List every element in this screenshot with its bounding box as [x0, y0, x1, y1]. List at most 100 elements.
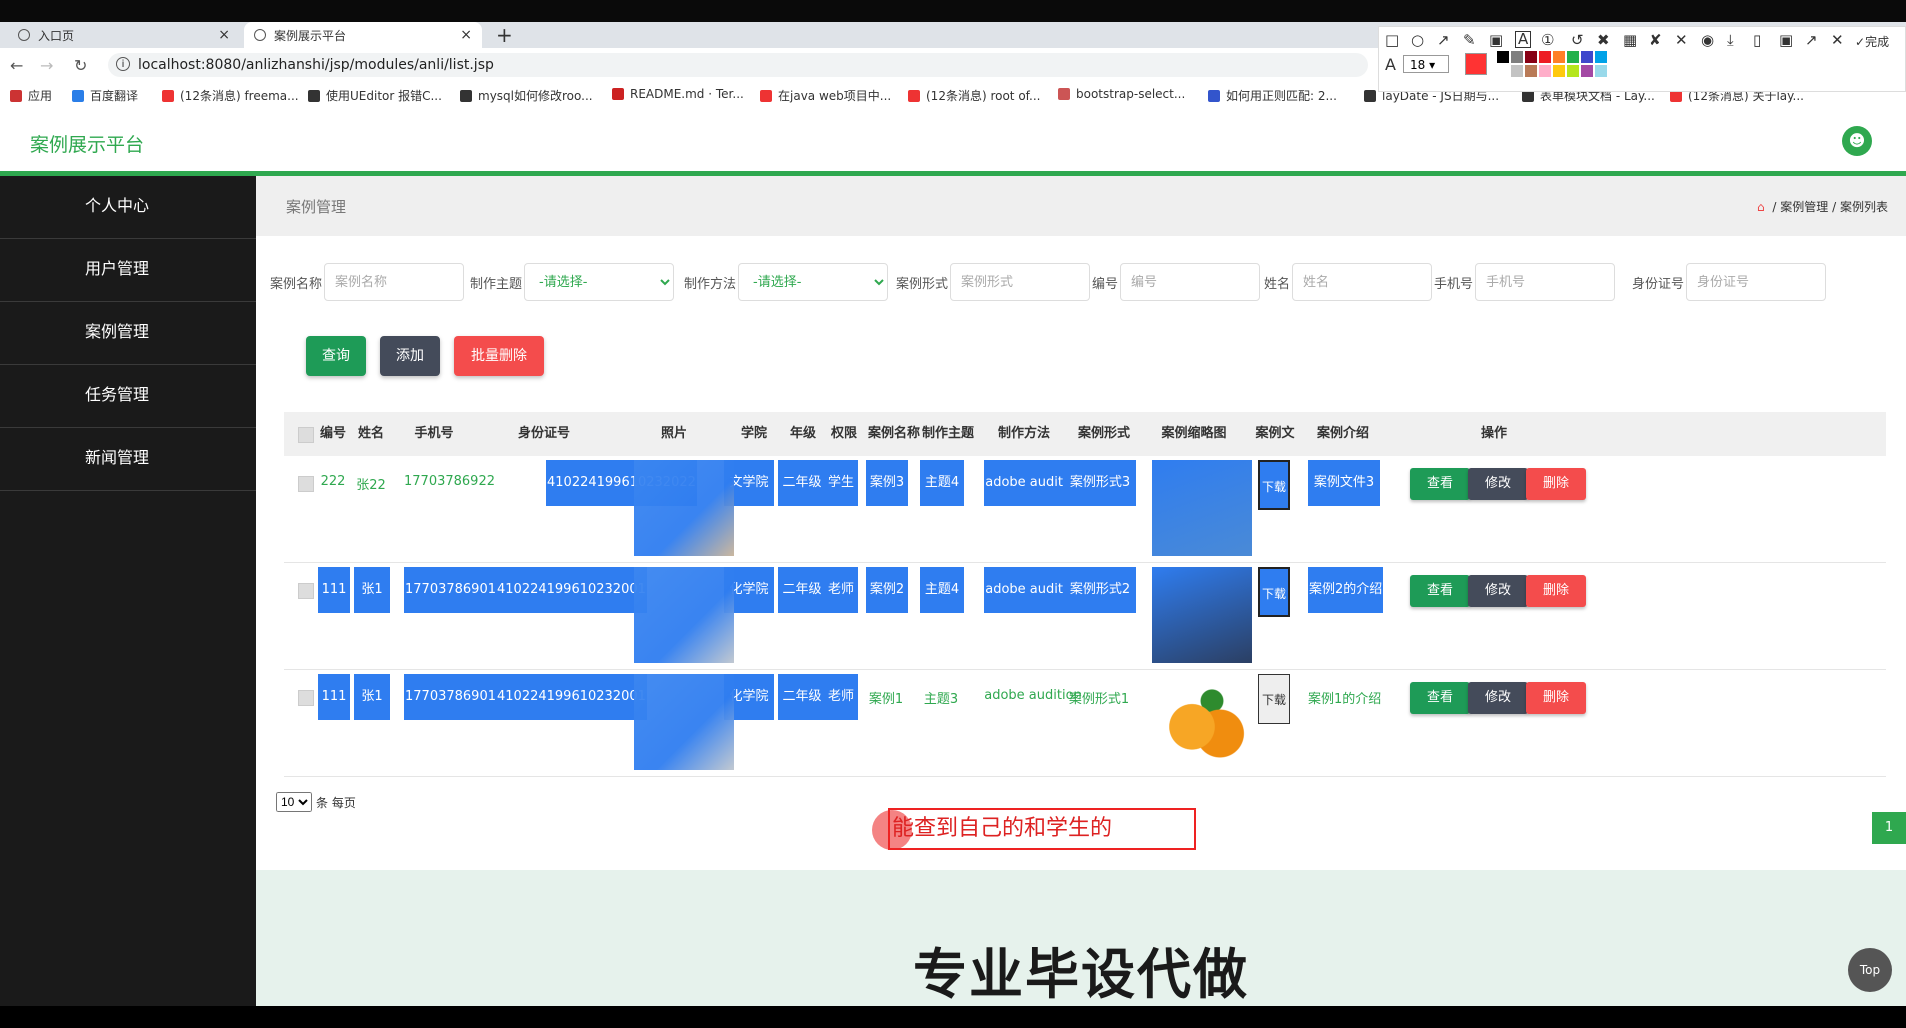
column-header[interactable]: 案例缩略图: [1144, 412, 1244, 456]
home-icon[interactable]: ⌂: [1757, 200, 1765, 214]
color-swatch[interactable]: [1511, 51, 1523, 63]
color-swatch[interactable]: [1581, 51, 1593, 63]
record-icon[interactable]: ◉: [1701, 31, 1714, 49]
text-tool-icon[interactable]: A: [1515, 31, 1532, 48]
mosaic-tool-icon[interactable]: ▣: [1489, 31, 1503, 49]
phone-input[interactable]: [1475, 263, 1616, 301]
phone-icon[interactable]: ▯: [1753, 31, 1761, 49]
sidebar-item-profile[interactable]: 个人中心: [0, 176, 256, 239]
delete-button[interactable]: 删除: [1526, 682, 1586, 714]
download-icon[interactable]: ⤓: [1727, 31, 1734, 49]
arrow-tool-icon[interactable]: ↗: [1437, 31, 1450, 49]
share-icon[interactable]: ↗: [1805, 31, 1818, 49]
column-header[interactable]: 姓名: [354, 412, 388, 456]
ocr-icon[interactable]: ▦: [1623, 31, 1637, 49]
view-button[interactable]: 查看: [1410, 468, 1470, 500]
back-to-top-button[interactable]: Top: [1848, 948, 1892, 992]
color-swatch[interactable]: [1525, 65, 1537, 77]
url-field[interactable]: i localhost:8080/anlizhanshi/jsp/modules…: [108, 53, 1368, 77]
row-checkbox[interactable]: [298, 476, 314, 492]
sidebar-item-news[interactable]: 新闻管理: [0, 428, 256, 491]
column-header[interactable]: 编号: [318, 412, 348, 456]
bookmark-item[interactable]: 百度翻译: [72, 87, 138, 104]
bookmark-item[interactable]: 使用UEditor 报错C...: [308, 87, 442, 104]
color-swatch[interactable]: [1567, 51, 1579, 63]
query-button[interactable]: 查询: [306, 336, 366, 376]
bookmark-item[interactable]: mysql如何修改roo...: [460, 87, 593, 104]
view-button[interactable]: 查看: [1410, 682, 1470, 714]
color-swatch[interactable]: [1553, 65, 1565, 77]
pin-icon[interactable]: ✖: [1597, 31, 1610, 49]
download-button[interactable]: 下载: [1258, 567, 1290, 617]
reload-icon[interactable]: ↻: [74, 56, 87, 75]
sidebar-item-users[interactable]: 用户管理: [0, 239, 256, 302]
bookmark-item[interactable]: 在java web项目中...: [760, 87, 891, 104]
column-header[interactable]: 年级: [778, 412, 828, 456]
select-all-checkbox[interactable]: [298, 427, 314, 443]
undo-icon[interactable]: ↺: [1571, 31, 1584, 49]
color-swatch[interactable]: [1497, 51, 1509, 63]
done-button[interactable]: ✓完成: [1855, 33, 1889, 50]
sidebar-item-tasks[interactable]: 任务管理: [0, 365, 256, 428]
rectangle-tool-icon[interactable]: □: [1385, 31, 1399, 49]
color-swatch[interactable]: [1539, 65, 1551, 77]
bookmark-item[interactable]: bootstrap-select...: [1058, 87, 1185, 101]
forward-arrow-icon[interactable]: →: [40, 56, 53, 75]
bookmark-item[interactable]: 如何用正则匹配: 2...: [1208, 87, 1337, 104]
bookmark-item[interactable]: README.md · Ter...: [612, 87, 744, 101]
ellipse-tool-icon[interactable]: ○: [1411, 31, 1424, 49]
new-tab-button[interactable]: +: [496, 22, 513, 48]
browser-tab-entry[interactable]: 入口页 ×: [8, 22, 240, 48]
row-checkbox[interactable]: [298, 583, 314, 599]
bookmark-item[interactable]: 应用: [10, 87, 52, 104]
name-input[interactable]: [1292, 263, 1433, 301]
edit-button[interactable]: 修改: [1468, 682, 1528, 714]
number-tool-icon[interactable]: ①: [1541, 31, 1554, 49]
browser-tab-active[interactable]: 案例展示平台 ×: [244, 22, 482, 48]
column-header[interactable]: 制作方法: [984, 412, 1064, 456]
color-swatch[interactable]: [1581, 65, 1593, 77]
column-header[interactable]: 案例名称: [864, 412, 924, 456]
annotation-textbox[interactable]: 能查到自己的和学生的: [888, 808, 1196, 850]
theme-select[interactable]: -请选择-: [524, 263, 675, 301]
cancel-icon[interactable]: ✕: [1831, 31, 1844, 49]
current-color-swatch[interactable]: [1465, 53, 1487, 75]
column-header[interactable]: 学院: [724, 412, 784, 456]
close-icon[interactable]: ×: [460, 27, 472, 43]
pen-tool-icon[interactable]: ✎: [1463, 31, 1476, 49]
color-swatch[interactable]: [1511, 65, 1523, 77]
page-number-button[interactable]: 1: [1872, 812, 1906, 844]
batch-delete-button[interactable]: 批量删除: [454, 336, 544, 376]
breadcrumb-item[interactable]: 案例管理: [1780, 200, 1828, 214]
color-swatch[interactable]: [1497, 65, 1509, 77]
bookmark-item[interactable]: (12条消息) freema...: [162, 87, 299, 104]
delete-button[interactable]: 删除: [1526, 575, 1586, 607]
color-swatch[interactable]: [1567, 65, 1579, 77]
save-icon[interactable]: ▣: [1779, 31, 1793, 49]
ai-icon[interactable]: ✕: [1675, 31, 1688, 49]
view-button[interactable]: 查看: [1410, 575, 1470, 607]
font-size-select[interactable]: 18 ▾: [1403, 55, 1449, 73]
close-icon[interactable]: ×: [218, 27, 230, 43]
add-button[interactable]: 添加: [380, 336, 440, 376]
column-header[interactable]: 权限: [824, 412, 864, 456]
color-swatch[interactable]: [1525, 51, 1537, 63]
color-swatch[interactable]: [1553, 51, 1565, 63]
method-select[interactable]: -请选择-: [738, 263, 889, 301]
info-icon[interactable]: i: [116, 57, 130, 71]
color-swatch[interactable]: [1539, 51, 1551, 63]
column-header[interactable]: 案例介绍: [1308, 412, 1378, 456]
edit-button[interactable]: 修改: [1468, 575, 1528, 607]
bookmark-item[interactable]: (12条消息) root of...: [908, 87, 1040, 104]
column-header[interactable]: 身份证号: [504, 412, 584, 456]
sidebar-item-cases[interactable]: 案例管理: [0, 302, 256, 365]
column-header[interactable]: 手机号: [404, 412, 464, 456]
number-input[interactable]: [1120, 263, 1261, 301]
column-header[interactable]: 照片: [634, 412, 714, 456]
idcard-input[interactable]: [1686, 263, 1827, 301]
edit-button[interactable]: 修改: [1468, 468, 1528, 500]
case-name-input[interactable]: [324, 263, 465, 301]
download-button[interactable]: 下载: [1258, 674, 1290, 724]
user-icon[interactable]: ☻: [1842, 126, 1872, 156]
back-arrow-icon[interactable]: ←: [10, 56, 23, 75]
